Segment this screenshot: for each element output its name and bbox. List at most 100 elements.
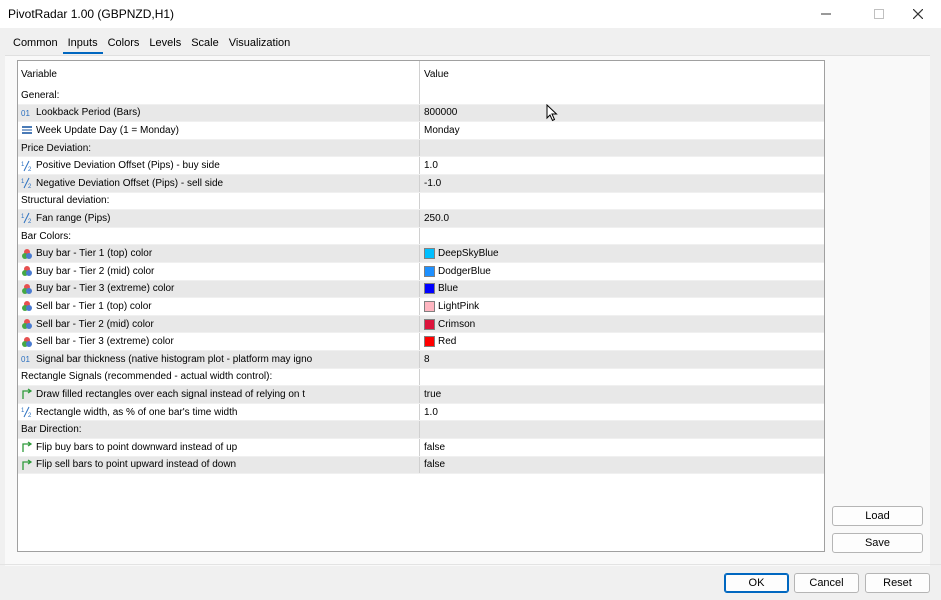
integer-icon: 01 — [21, 107, 33, 119]
variable-cell: Price Deviation: — [18, 139, 420, 157]
svg-text:01: 01 — [21, 355, 30, 364]
table-row[interactable]: 1 2 Negative Deviation Offset (Pips) - sel… — [18, 175, 824, 193]
table-row[interactable]: Flip sell bars to point upward instead o… — [18, 456, 824, 475]
close-icon[interactable] — [895, 0, 941, 28]
load-button[interactable]: Load — [832, 506, 923, 526]
value-text: Red — [438, 336, 457, 348]
table-row[interactable]: 01 Lookback Period (Bars) 800000 — [18, 104, 824, 123]
variable-label: Negative Deviation Offset (Pips) - sell … — [36, 177, 224, 189]
table-row[interactable]: Buy bar - Tier 2 (mid) color DodgerBlue — [18, 263, 824, 281]
group-row: Bar Colors: — [18, 227, 824, 246]
reset-button[interactable]: Reset — [865, 573, 930, 593]
tab-scale[interactable]: Scale — [186, 36, 224, 54]
value-cell — [420, 369, 824, 386]
value-cell[interactable]: true — [420, 386, 824, 403]
tab-inputs[interactable]: Inputs — [62, 36, 103, 54]
color-swatch[interactable] — [424, 265, 435, 277]
group-label: General: — [21, 89, 60, 101]
tab-colors[interactable]: Colors — [103, 36, 145, 54]
color-icon — [21, 336, 33, 348]
table-row[interactable]: Sell bar - Tier 3 (extreme) color Red — [18, 333, 824, 351]
enum-icon — [21, 124, 33, 136]
ok-button[interactable]: OK — [724, 573, 789, 593]
value-cell[interactable]: DeepSkyBlue — [420, 245, 824, 262]
value-cell[interactable]: 1.0 — [420, 404, 824, 421]
color-swatch[interactable] — [424, 248, 435, 260]
variable-label: Draw filled rectangles over each signal … — [36, 388, 306, 400]
table-row[interactable]: Buy bar - Tier 3 (extreme) color Blue — [18, 280, 824, 299]
table-row[interactable]: 1 2 Fan range (Pips) 250.0 — [18, 210, 824, 228]
value-text: DeepSkyBlue — [438, 248, 499, 260]
group-row: Bar Direction: — [18, 421, 824, 439]
value-text: Monday — [424, 124, 460, 136]
value-cell[interactable]: -1.0 — [420, 175, 824, 192]
svg-text:01: 01 — [21, 109, 30, 118]
svg-text:1: 1 — [21, 408, 25, 414]
color-swatch[interactable] — [424, 318, 435, 330]
tab-common[interactable]: Common — [8, 36, 63, 54]
value-cell[interactable]: 8 — [420, 351, 824, 368]
color-swatch[interactable] — [424, 300, 435, 312]
value-text: DodgerBlue — [438, 265, 491, 277]
save-button[interactable]: Save — [832, 533, 923, 553]
variable-cell: Draw filled rectangles over each signal … — [18, 386, 420, 403]
window-title: PivotRadar 1.00 (GBPNZD,H1) — [8, 7, 175, 21]
table-row[interactable]: 1 2 Rectangle width, as % of one bar's tim… — [18, 403, 824, 422]
table-row[interactable]: 01 Signal bar thickness (native histogram… — [18, 351, 824, 369]
variable-label: Rectangle width, as % of one bar's time … — [36, 406, 238, 418]
value-text: -1.0 — [424, 177, 442, 189]
inputs-table: Variable Value General: 01 Lookback Period… — [17, 60, 825, 552]
value-text: true — [424, 388, 442, 400]
table-row[interactable]: 1 2 Positive Deviation Offset (Pips) - buy… — [18, 157, 824, 175]
value-cell[interactable]: Blue — [420, 281, 824, 298]
value-cell[interactable]: Crimson — [420, 316, 824, 333]
value-cell[interactable]: false — [420, 439, 824, 456]
group-row: Structural deviation: — [18, 192, 824, 211]
group-label: Bar Colors: — [21, 230, 72, 242]
table-header: Variable Value — [18, 61, 824, 87]
double-icon: 12 — [21, 212, 33, 224]
cancel-button[interactable]: Cancel — [794, 573, 859, 593]
variable-cell: Sell bar - Tier 1 (top) color — [18, 298, 420, 315]
footer-divider — [0, 564, 941, 565]
table-row[interactable]: Buy bar - Tier 1 (top) color DeepSkyBlue — [18, 245, 824, 263]
variable-cell: Buy bar - Tier 3 (extreme) color — [18, 280, 420, 298]
color-icon — [21, 283, 33, 295]
bool-icon — [21, 388, 33, 400]
variable-cell: 1 2 Rectangle width, as % of one bar's tim… — [18, 403, 420, 421]
color-icon — [21, 318, 33, 330]
table-row[interactable]: Sell bar - Tier 2 (mid) color Crimson — [18, 315, 824, 334]
table-row[interactable]: Sell bar - Tier 1 (top) color LightPink — [18, 298, 824, 316]
color-swatch[interactable] — [424, 336, 435, 348]
variable-label: Sell bar - Tier 2 (mid) color — [36, 318, 154, 330]
color-swatch[interactable] — [424, 283, 435, 295]
value-text: false — [424, 441, 446, 453]
value-cell[interactable]: DodgerBlue — [420, 263, 824, 280]
variable-cell: Sell bar - Tier 3 (extreme) color — [18, 333, 420, 350]
value-text: false — [424, 459, 446, 471]
table-row[interactable]: Flip buy bars to point downward instead … — [18, 439, 824, 457]
table-row[interactable]: Week Update Day (1 = Monday) Monday — [18, 122, 824, 140]
color-icon — [21, 265, 33, 277]
value-cell[interactable]: 1.0 — [420, 157, 824, 174]
column-header-value[interactable]: Value — [420, 61, 824, 87]
value-cell[interactable]: Red — [420, 333, 824, 350]
value-cell[interactable]: 250.0 — [420, 210, 824, 227]
value-text: LightPink — [438, 300, 480, 312]
tab-visualization[interactable]: Visualization — [224, 36, 296, 54]
column-header-variable[interactable]: Variable — [18, 61, 420, 87]
variable-cell: 1 2 Negative Deviation Offset (Pips) - sel… — [18, 175, 420, 192]
value-cell[interactable]: 800000 — [420, 105, 824, 122]
tab-levels[interactable]: Levels — [144, 36, 186, 54]
table-row[interactable]: Draw filled rectangles over each signal … — [18, 386, 824, 404]
value-cell[interactable]: Monday — [420, 122, 824, 139]
svg-text:2: 2 — [28, 219, 32, 224]
value-cell[interactable]: LightPink — [420, 298, 824, 315]
value-text: 8 — [424, 353, 430, 365]
value-cell[interactable]: false — [420, 457, 824, 474]
minimize-icon[interactable] — [803, 0, 849, 28]
value-text: Blue — [438, 283, 459, 295]
variable-cell: Sell bar - Tier 2 (mid) color — [18, 315, 420, 333]
variable-cell: Bar Colors: — [18, 227, 420, 245]
variable-cell: Bar Direction: — [18, 421, 420, 438]
